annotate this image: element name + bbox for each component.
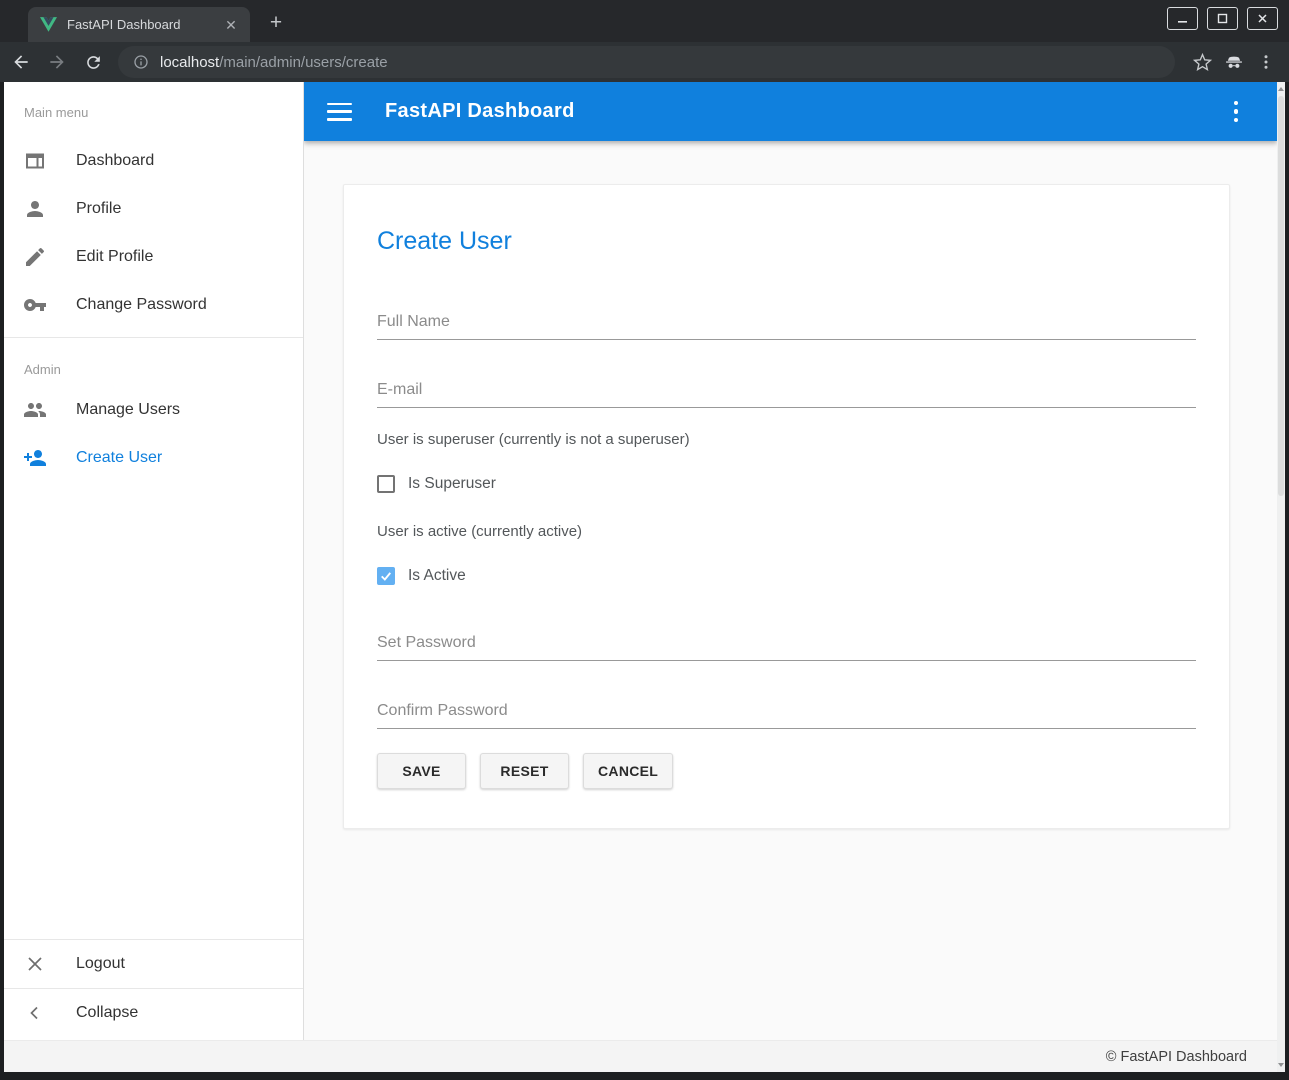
sidebar-item-manage-users[interactable]: Manage Users (4, 386, 303, 434)
page-viewport: Main menu Dashboard Profile Edit Profile (4, 82, 1285, 1072)
app-bar-kebab-icon[interactable] (1229, 82, 1243, 141)
window-close-button[interactable] (1247, 7, 1278, 30)
active-hint: User is active (currently active) (377, 523, 1196, 540)
scrollbar-up-arrow-icon[interactable] (1278, 87, 1284, 91)
full-name-field[interactable] (377, 313, 1196, 340)
incognito-icon (1219, 47, 1249, 77)
sidebar-item-profile[interactable]: Profile (4, 185, 303, 233)
checkbox-box-icon[interactable] (377, 475, 395, 493)
person-add-icon (23, 446, 47, 470)
sidebar-item-label: Dashboard (76, 152, 154, 170)
sidebar-item-label: Change Password (76, 296, 207, 314)
set-password-field[interactable] (377, 634, 1196, 661)
sidebar-item-label: Profile (76, 200, 121, 218)
close-icon (23, 952, 47, 976)
window-maximize-button[interactable] (1207, 7, 1238, 30)
tab-title: FastAPI Dashboard (67, 17, 222, 32)
sidebar: Main menu Dashboard Profile Edit Profile (4, 82, 304, 1040)
scrollbar-thumb[interactable] (1278, 96, 1284, 496)
site-info-icon[interactable] (132, 53, 150, 71)
browser-toolbar: localhost/main/admin/users/create (0, 42, 1289, 82)
main-content: FastAPI Dashboard Create User User is su… (304, 82, 1277, 1040)
sidebar-item-collapse[interactable]: Collapse (4, 989, 303, 1037)
sidebar-divider (4, 337, 303, 338)
checkbox-label: Is Superuser (408, 475, 496, 493)
hamburger-menu-icon[interactable] (327, 103, 352, 121)
chevron-left-icon (23, 1001, 47, 1025)
browser-menu-kebab-icon[interactable] (1251, 47, 1281, 77)
save-button[interactable]: SAVE (377, 753, 466, 789)
sidebar-section-admin: Admin (4, 362, 303, 377)
window-minimize-button[interactable] (1167, 7, 1198, 30)
copyright-text: © FastAPI Dashboard (1106, 1049, 1247, 1065)
cancel-button[interactable]: CANCEL (583, 753, 673, 789)
form-title: Create User (377, 227, 1196, 255)
create-user-card: Create User User is superuser (currently… (343, 184, 1230, 829)
sidebar-item-create-user[interactable]: Create User (4, 434, 303, 482)
app-bar: FastAPI Dashboard (304, 82, 1277, 141)
new-tab-button[interactable]: + (262, 9, 290, 37)
pencil-icon (23, 245, 47, 269)
scrollbar-down-arrow-icon[interactable] (1278, 1063, 1284, 1067)
sidebar-item-change-password[interactable]: Change Password (4, 281, 303, 329)
superuser-hint: User is superuser (currently is not a su… (377, 431, 1196, 448)
people-icon (23, 398, 47, 422)
sidebar-item-logout[interactable]: Logout (4, 940, 303, 988)
browser-tab-strip: FastAPI Dashboard ✕ + (0, 0, 1289, 42)
sidebar-item-label: Manage Users (76, 401, 180, 419)
address-bar[interactable]: localhost/main/admin/users/create (118, 46, 1175, 78)
app-bar-title: FastAPI Dashboard (385, 100, 575, 123)
url-path: /main/admin/users/create (219, 54, 387, 71)
sidebar-section-main-menu: Main menu (4, 105, 303, 120)
sidebar-item-edit-profile[interactable]: Edit Profile (4, 233, 303, 281)
sidebar-item-label: Collapse (76, 1004, 138, 1022)
confirm-password-field[interactable] (377, 702, 1196, 729)
is-superuser-checkbox[interactable]: Is Superuser (377, 474, 1196, 494)
page-footer: © FastAPI Dashboard (4, 1040, 1277, 1072)
is-active-checkbox[interactable]: Is Active (377, 566, 1196, 586)
reset-button[interactable]: RESET (480, 753, 569, 789)
tab-close-icon[interactable]: ✕ (222, 16, 240, 34)
key-icon (23, 293, 47, 317)
checkbox-label: Is Active (408, 567, 466, 585)
browser-tab[interactable]: FastAPI Dashboard ✕ (28, 7, 250, 42)
sidebar-item-label: Create User (76, 449, 162, 467)
page-scrollbar[interactable] (1277, 82, 1285, 1072)
person-icon (23, 197, 47, 221)
checkbox-box-icon[interactable] (377, 567, 395, 585)
vue-logo-icon (40, 17, 57, 32)
dashboard-icon (23, 149, 47, 173)
reload-button[interactable] (78, 47, 108, 77)
url-text: localhost/main/admin/users/create (160, 54, 388, 71)
sidebar-item-label: Edit Profile (76, 248, 153, 266)
sidebar-item-label: Logout (76, 955, 125, 973)
url-host: localhost (160, 54, 219, 71)
bookmark-star-icon[interactable] (1187, 47, 1217, 77)
forward-button[interactable] (42, 47, 72, 77)
back-button[interactable] (6, 47, 36, 77)
email-field[interactable] (377, 381, 1196, 408)
sidebar-item-dashboard[interactable]: Dashboard (4, 137, 303, 185)
